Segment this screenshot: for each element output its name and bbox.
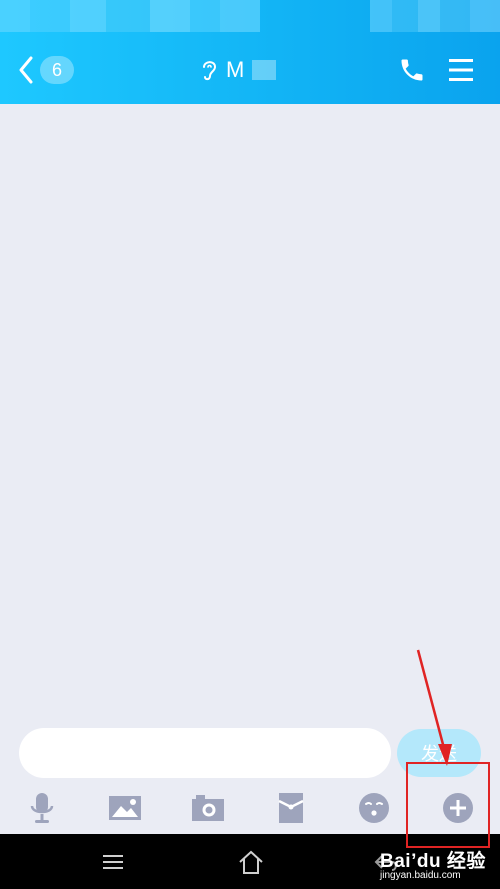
red-packet-icon — [278, 793, 304, 823]
more-button[interactable] — [436, 786, 480, 830]
back-button[interactable]: 6 — [18, 54, 74, 86]
image-icon — [109, 796, 141, 820]
unread-count-badge: 6 — [40, 56, 74, 84]
menu-button[interactable] — [446, 56, 476, 84]
emoji-icon — [359, 793, 389, 823]
phone-icon — [401, 59, 423, 81]
system-navigation-bar — [0, 834, 500, 889]
photo-button[interactable] — [103, 786, 147, 830]
home-button[interactable] — [236, 848, 266, 876]
home-icon — [239, 850, 263, 874]
camera-icon — [192, 795, 224, 821]
send-button[interactable]: 发送 — [397, 729, 481, 777]
camera-button[interactable] — [186, 786, 230, 830]
plus-icon — [443, 793, 473, 823]
chat-header: 6 M — [0, 0, 500, 104]
chat-title-text: M — [226, 57, 245, 82]
title-redacted-block — [252, 60, 277, 80]
ear-icon — [203, 61, 217, 81]
status-bar-right — [370, 0, 500, 36]
message-input[interactable] — [19, 728, 391, 778]
microphone-icon — [30, 793, 54, 823]
voice-button[interactable] — [20, 786, 64, 830]
menu-lines-icon — [103, 855, 123, 869]
back-nav-button[interactable] — [372, 848, 402, 876]
chevron-left-icon — [19, 56, 33, 84]
status-bar-left — [0, 0, 260, 36]
phone-call-button[interactable] — [398, 56, 426, 84]
recent-apps-button[interactable] — [98, 848, 128, 876]
back-arrow-icon — [374, 855, 397, 871]
emoji-button[interactable] — [352, 786, 396, 830]
input-bar: 发送 — [0, 716, 500, 834]
hamburger-menu-icon — [449, 59, 473, 81]
chat-title: M — [200, 54, 277, 86]
input-toolbar — [0, 786, 500, 832]
chat-message-area[interactable] — [0, 104, 500, 716]
red-packet-button[interactable] — [269, 786, 313, 830]
